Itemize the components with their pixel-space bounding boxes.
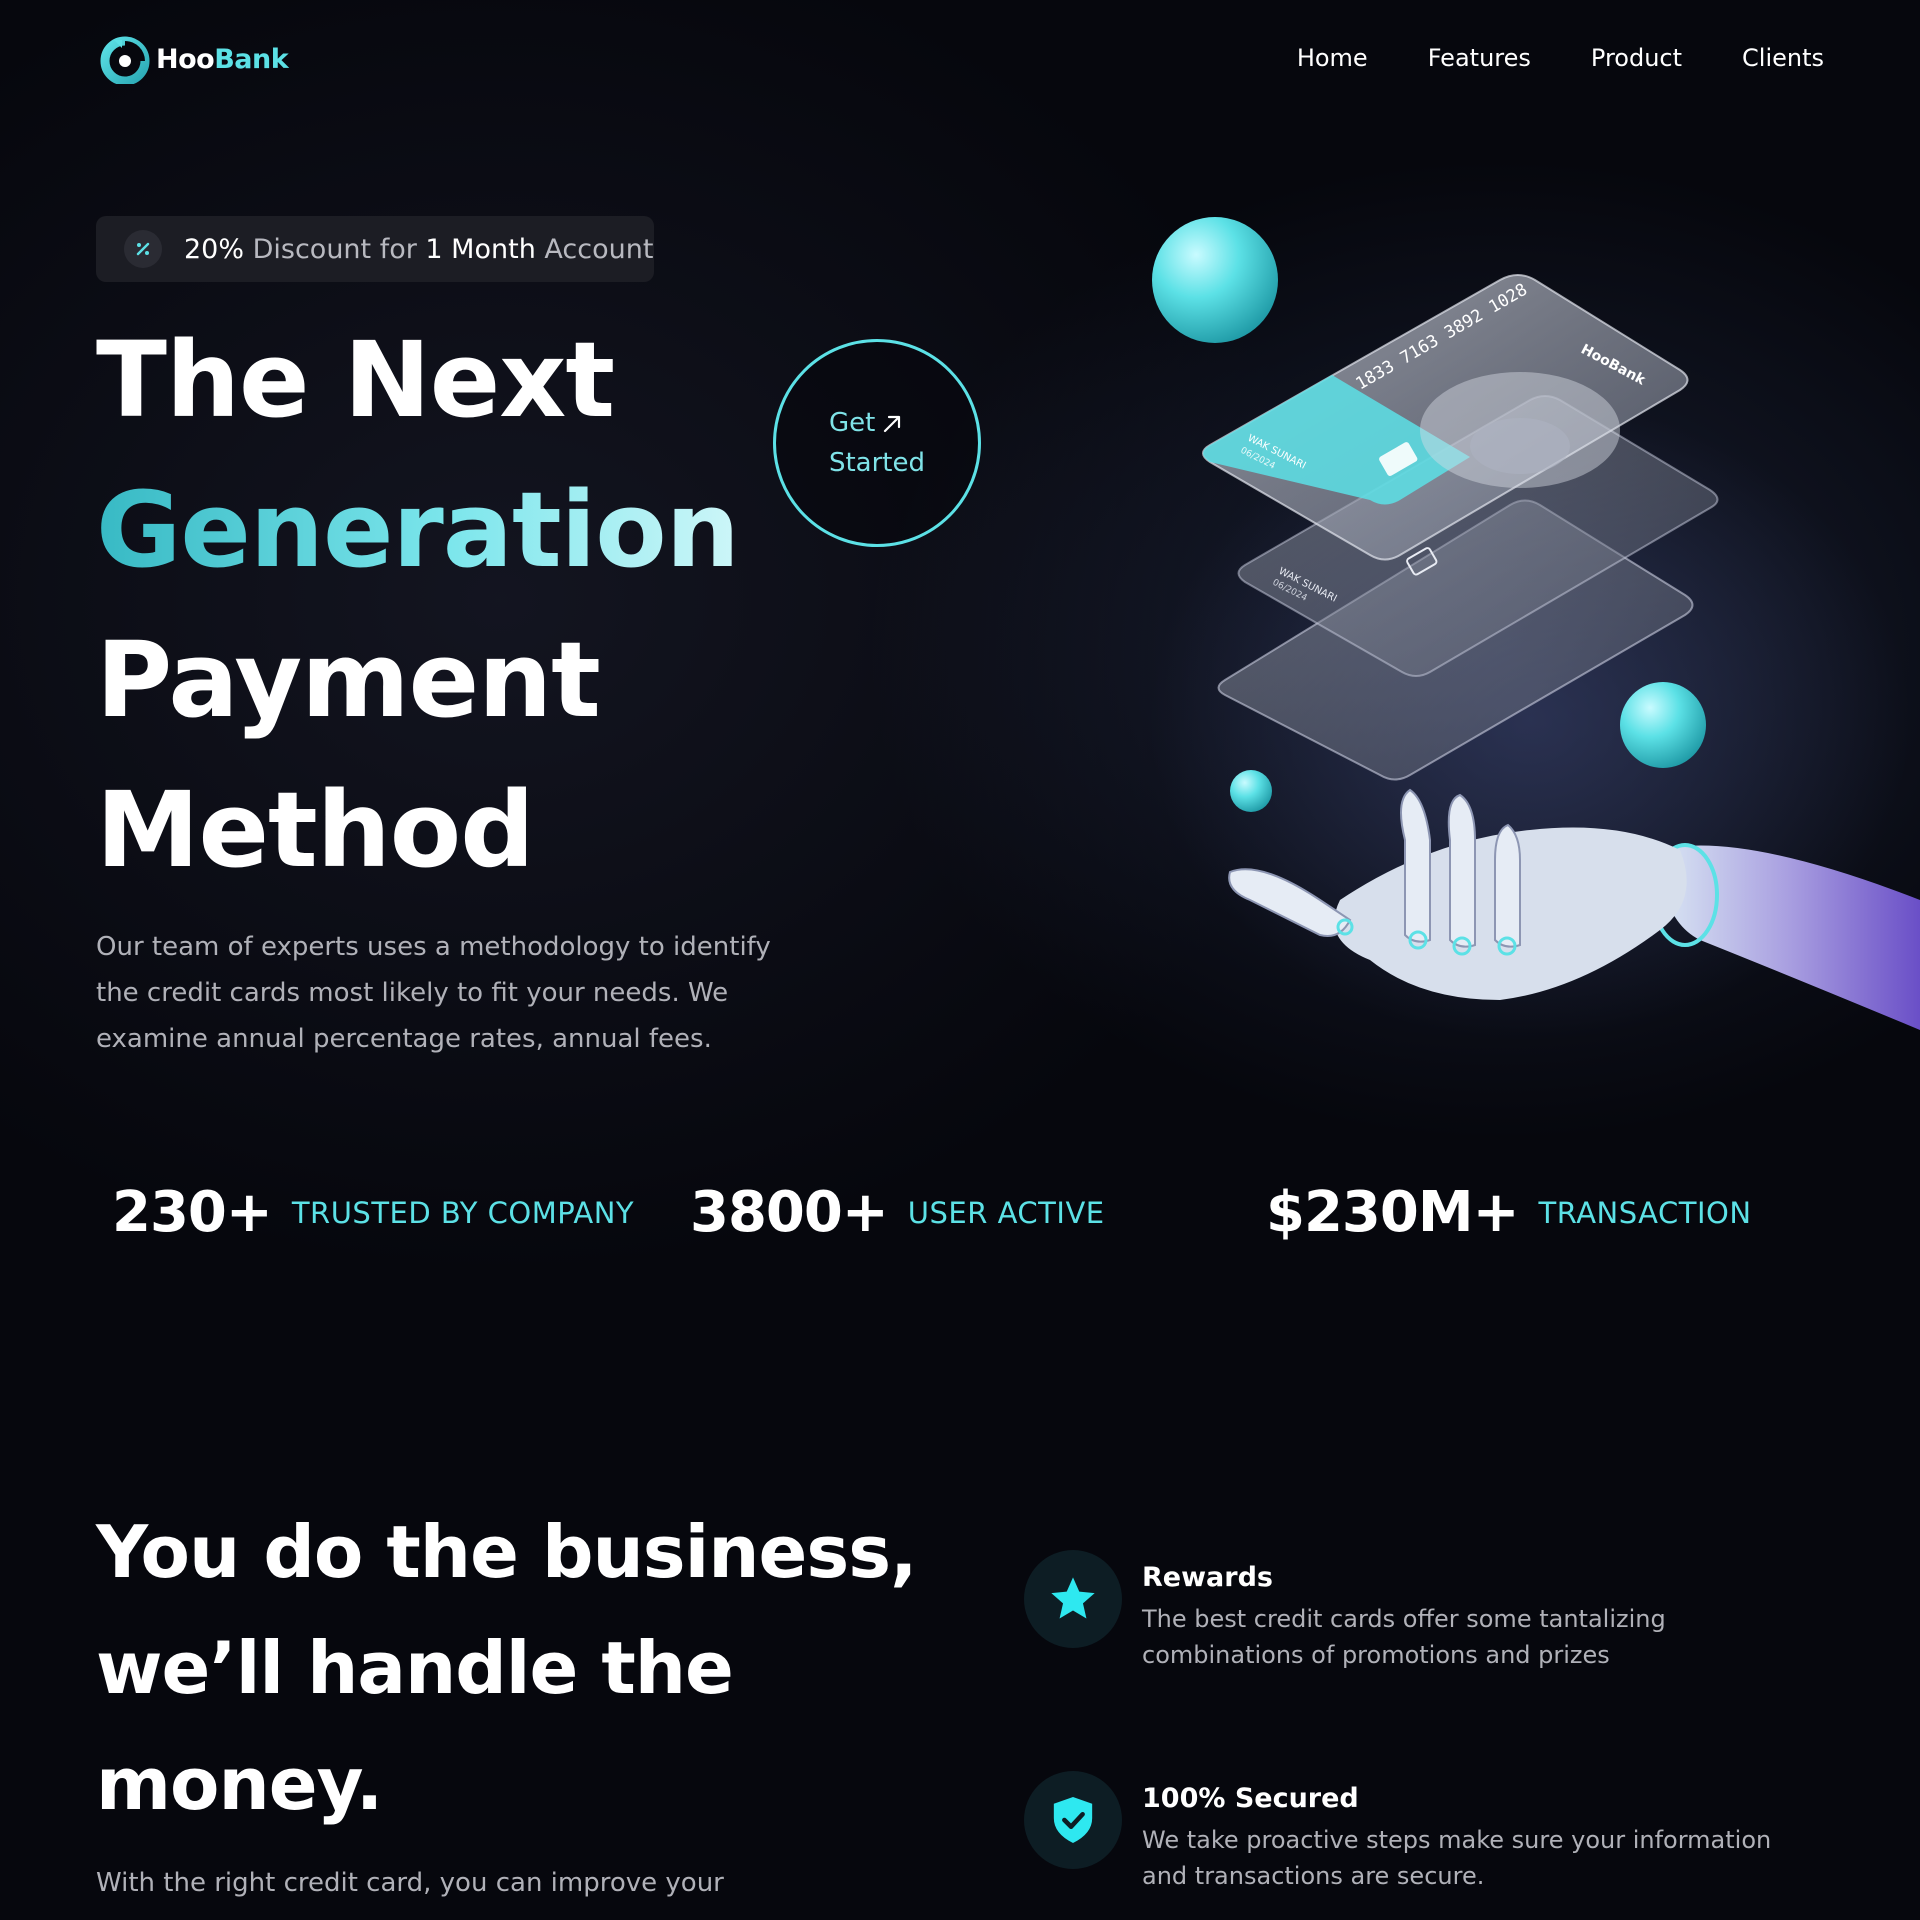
stat-transactions: $230M+ TRANSACTION xyxy=(1266,1180,1752,1245)
feature-rewards-body: Rewards The best credit cards offer some… xyxy=(1142,1550,1802,1673)
nav-features[interactable]: Features xyxy=(1428,44,1531,72)
brand-name: HooBank xyxy=(156,43,289,75)
promo-months: 1 Month xyxy=(425,233,536,265)
get-started-label: Get Started xyxy=(829,403,925,483)
hero-title: The Next Generation Payment Method xyxy=(96,305,740,905)
main-nav: Home Features Product Clients xyxy=(1297,44,1824,72)
stat-companies-value: 230+ xyxy=(112,1180,273,1245)
stat-companies-label: TRUSTED BY COMPANY xyxy=(291,1195,635,1230)
get-started-line2: Started xyxy=(828,448,925,478)
business-title-line1: You do the business, xyxy=(96,1510,917,1594)
logo-icon xyxy=(100,36,150,84)
arrow-up-right-icon xyxy=(884,415,901,432)
stat-users: 3800+ USER ACTIVE xyxy=(690,1180,1266,1245)
promo-badge: 20% Discount for 1 Month Account xyxy=(96,216,654,282)
business-title: You do the business, we’ll handle the mo… xyxy=(96,1494,917,1842)
hero-title-line1: The Next xyxy=(96,319,615,441)
page: HooBank Home Features Product Clients 20… xyxy=(0,0,1920,1920)
promo-discount: 20% xyxy=(184,233,245,265)
stat-companies: 230+ TRUSTED BY COMPANY xyxy=(112,1180,690,1245)
discount-icon xyxy=(124,230,162,268)
hero-illustration: WAK SUNARI 06/2024 1833 7163 3892 1028 H… xyxy=(1150,217,1920,1040)
feature-secured-title: 100% Secured xyxy=(1142,1783,1359,1814)
sphere-medium xyxy=(1620,682,1706,768)
brand-name-part2: Bank xyxy=(214,43,289,75)
promo-text: 20% Discount for 1 Month Account xyxy=(184,234,653,265)
business-title-line2: we’ll handle the xyxy=(96,1626,734,1710)
brand-name-part1: Hoo xyxy=(156,43,215,75)
promo-text-2: Account xyxy=(535,233,654,265)
feature-secured: 100% Secured We take proactive steps mak… xyxy=(1024,1771,1802,1894)
feature-secured-body: 100% Secured We take proactive steps mak… xyxy=(1142,1771,1802,1894)
nav-home[interactable]: Home xyxy=(1297,44,1368,72)
feature-rewards-text: The best credit cards offer some tantali… xyxy=(1142,1605,1666,1669)
hero-description: Our team of experts uses a methodology t… xyxy=(96,932,771,1054)
stats-row: 230+ TRUSTED BY COMPANY 3800+ USER ACTIV… xyxy=(112,1180,1752,1245)
sphere-small xyxy=(1230,770,1272,812)
get-started-line1: Get xyxy=(828,408,876,438)
sphere-large xyxy=(1152,217,1278,343)
star-icon xyxy=(1024,1550,1122,1648)
shield-icon xyxy=(1024,1771,1122,1869)
feature-rewards: Rewards The best credit cards offer some… xyxy=(1024,1550,1802,1673)
get-started-button[interactable]: Get Started xyxy=(773,339,981,547)
hero-title-line2: Generation xyxy=(96,455,740,605)
business-title-line3: money. xyxy=(96,1742,383,1826)
stat-transactions-label: TRANSACTION xyxy=(1538,1195,1752,1230)
stat-users-label: USER ACTIVE xyxy=(907,1195,1105,1230)
promo-text-1: Discount for xyxy=(244,233,426,265)
hero-title-line3: Payment xyxy=(96,619,601,741)
brand-logo[interactable]: HooBank xyxy=(100,34,289,84)
stat-transactions-value: $230M+ xyxy=(1266,1180,1520,1245)
get-started-line1-wrap: Get xyxy=(829,403,925,443)
feature-rewards-title: Rewards xyxy=(1142,1562,1273,1593)
stat-users-value: 3800+ xyxy=(690,1180,889,1245)
hero-title-line4: Method xyxy=(96,769,535,891)
nav-clients[interactable]: Clients xyxy=(1742,44,1824,72)
business-description: With the right credit card, you can impr… xyxy=(96,1868,724,1898)
nav-product[interactable]: Product xyxy=(1591,44,1682,72)
feature-secured-text: We take proactive steps make sure your i… xyxy=(1142,1826,1772,1890)
